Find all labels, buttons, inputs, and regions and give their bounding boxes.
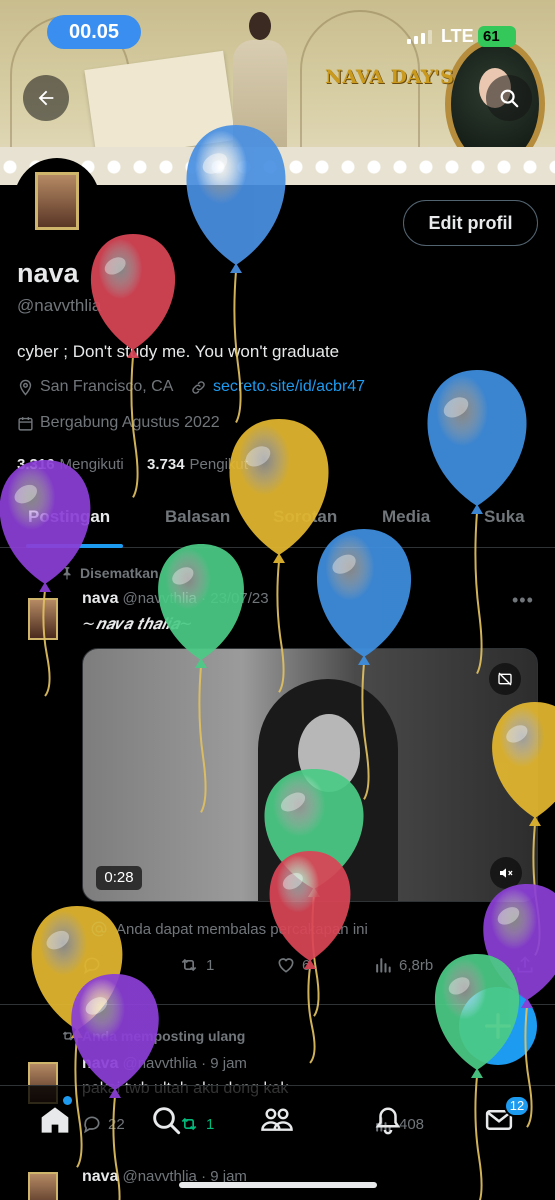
tab-media[interactable]: Media [382,507,430,527]
post-author[interactable]: nava [82,1055,118,1072]
messages-badge: 12 [504,1095,530,1117]
post-header: nava @navvthlia · 23/07/23 [82,590,269,608]
repost-button[interactable]: 1 [178,955,214,975]
profile-location: San Francisco, CA [17,378,173,396]
banner-postcard [84,50,236,160]
post-text: ~𝒏𝒂𝒗𝒂 𝒕𝒉𝒂𝒍𝒊𝒂~ [82,614,193,633]
captions-button[interactable] [489,663,521,695]
speaker-muted-icon [500,868,513,878]
post-author[interactable]: nava [82,1168,118,1185]
banner-title: NAVA DAY'S [325,66,454,88]
pinned-label: Disematkan [80,565,159,581]
reply-icon [84,957,100,975]
post-video[interactable] [82,648,538,902]
post-author[interactable]: nava [82,590,118,607]
compose-button[interactable] [459,987,537,1065]
nav-communities[interactable] [257,1100,297,1140]
home-indicator [179,1182,377,1188]
post-avatar[interactable] [28,1172,58,1200]
repost-icon [181,958,197,972]
reply-restriction: Anda dapat membalas percakapan ini [90,920,368,938]
post-handle-time: @navvthlia · 9 jam [122,1055,247,1072]
location-text: San Francisco, CA [40,378,174,395]
mute-button[interactable] [490,857,522,889]
location-icon [19,379,32,396]
avatar-image [35,172,79,230]
post-header: nava @navvthlia · 9 jam [82,1055,247,1073]
tab-indicator [26,544,123,548]
home-notification-dot [63,1096,72,1105]
communities-icon [261,1108,293,1131]
video-face [298,714,360,792]
repost-count: 1 [206,956,215,974]
reply-count: 22 [108,1115,125,1133]
following-count: 3.316 [17,456,55,473]
repost-indicator: Anda memposting ulang [60,1028,245,1044]
followers-count: 3.734 [147,456,185,473]
battery-indicator: 61 [478,26,516,47]
joined-text: Bergabung Agustus 2022 [40,414,220,431]
share-button[interactable] [515,955,535,975]
tab-sorotan[interactable]: Sorotan [273,507,337,527]
tab-suka[interactable]: Suka [484,507,525,527]
heart-icon [278,958,294,973]
like-button[interactable]: 6 [276,955,310,975]
profile-website[interactable]: secreto.site/id/acbr47 [190,378,365,396]
signal-icon [407,30,433,44]
tab-postingan[interactable]: Postingan [28,507,110,527]
profile-joined: Bergabung Agustus 2022 [17,414,220,432]
bell-icon [375,1107,401,1135]
at-icon [91,921,107,937]
followers-label: Pengikut [189,456,248,473]
profile-bio: cyber ; Don't study me. You won't gradua… [17,342,340,361]
like-count: 6 [302,956,311,974]
plus-icon [485,1013,511,1039]
search-button[interactable] [486,75,532,121]
display-name: nava [17,258,79,288]
home-icon [41,1107,69,1133]
views-count: 6,8rb [399,956,434,974]
nav-home[interactable] [35,1100,75,1140]
following-label: Mengikuti [59,456,124,473]
views-icon [376,958,391,973]
profile-tabs: Postingan Balasan Sorotan Media Suka [0,494,555,548]
share-icon [517,956,533,973]
nav-notifications[interactable] [368,1100,408,1140]
followers-link[interactable]: 3.734 Pengikut [147,456,248,473]
repost-note-text: Anda memposting ulang [82,1028,246,1044]
link-icon [192,380,205,394]
search-icon [500,89,519,108]
repost-icon [62,1031,74,1041]
views-button[interactable]: 6,8rb [373,955,433,975]
back-button[interactable] [23,75,69,121]
repost-count: 1 [206,1115,215,1133]
captions-off-icon [498,672,512,686]
following-link[interactable]: 3.316 Mengikuti [17,456,124,473]
post-handle-date: @navvthlia · 23/07/23 [122,590,269,607]
battery-level: 61 [483,28,500,45]
nav-search[interactable] [146,1100,186,1140]
edit-profile-button[interactable]: Edit profil [403,200,538,246]
reply-icon [84,1116,100,1134]
tab-balasan[interactable]: Balasan [165,507,230,527]
website-link[interactable]: secreto.site/id/acbr47 [213,378,365,396]
status-time: 00.05 [47,15,141,49]
post-avatar[interactable] [28,598,58,640]
reply-restriction-text: Anda dapat membalas percakapan ini [116,920,368,938]
pinned-indicator: Disematkan [60,565,159,581]
arrow-left-icon [38,90,54,106]
video-duration: 0:28 [96,866,142,890]
reply-button[interactable]: 22 [82,1114,125,1134]
profile-handle: @navvthlia [17,296,102,315]
reply-button[interactable] [82,955,102,975]
more-options-icon[interactable]: ••• [512,590,534,611]
pin-icon [63,567,71,580]
network-label: LTE [441,26,474,46]
profile-avatar[interactable] [14,158,100,244]
search-icon [153,1107,181,1135]
calendar-icon [18,416,33,431]
